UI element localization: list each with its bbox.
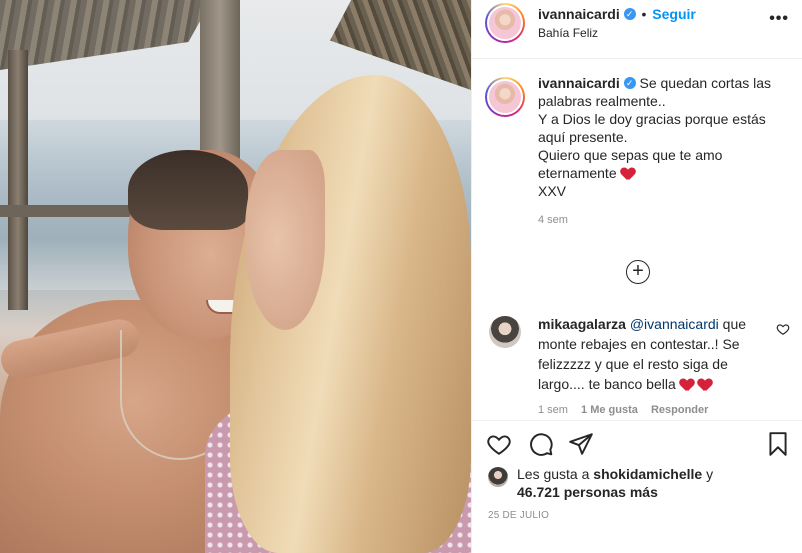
follow-button[interactable]: Seguir <box>652 6 696 22</box>
commenter-username[interactable]: mikaagalarza <box>538 316 626 332</box>
load-more-comments-icon[interactable]: + <box>626 260 650 284</box>
like-heart-icon[interactable] <box>486 431 512 457</box>
commenter-avatar[interactable] <box>489 316 521 348</box>
liker-username[interactable]: shokidamichelle <box>593 466 702 482</box>
author-avatar[interactable] <box>485 3 525 43</box>
caption-line: Y a Dios le doy gracias porque estás aqu… <box>538 111 766 145</box>
post-header: ivannaicardi ✓ • Seguir Bahía Feliz ••• <box>472 0 802 59</box>
verified-badge-icon: ✓ <box>623 8 636 21</box>
likes-line: Les gusta a shokidamichelle y <box>517 465 713 483</box>
post-side-panel: ivannaicardi ✓ • Seguir Bahía Feliz ••• … <box>471 0 802 553</box>
post-photo[interactable] <box>0 0 471 553</box>
post-caption: ivannaicardi ✓ Se quedan cortas las pala… <box>485 74 790 226</box>
likes-count[interactable]: 46.721 personas más <box>517 483 713 501</box>
heart-emoji-icon <box>680 379 694 391</box>
verified-badge-icon: ✓ <box>623 77 636 90</box>
likes-prefix: Les gusta a <box>517 466 590 482</box>
caption-line-with-emoji: Quiero que sepas que te amo eternamente <box>538 147 723 181</box>
caption-username[interactable]: ivannaicardi <box>538 75 620 91</box>
comment-item: mikaagalarza @ivannaicardi que monte reb… <box>485 314 790 416</box>
photo-thatch-roof-right <box>330 0 471 90</box>
comment-meta: 1 sem 1 Me gusta Responder <box>538 404 790 416</box>
comments-section[interactable]: ivannaicardi ✓ Se quedan cortas las pala… <box>472 60 802 420</box>
likes-summary: Les gusta a shokidamichelle y 46.721 per… <box>488 465 713 501</box>
post-actions: Les gusta a shokidamichelle y 46.721 per… <box>472 420 802 553</box>
comment-like-heart-icon[interactable] <box>776 322 790 336</box>
photo-woman-face <box>245 150 325 330</box>
heart-emoji-icon <box>698 379 712 391</box>
more-options-icon[interactable]: ••• <box>769 10 789 28</box>
caption-line: XXV <box>538 183 567 199</box>
comment-timestamp[interactable]: 1 sem <box>538 404 568 416</box>
comment-bubble-icon[interactable] <box>528 431 554 457</box>
save-bookmark-icon[interactable] <box>765 431 791 457</box>
photo-wood-post-left <box>8 50 28 310</box>
caption-timestamp[interactable]: 4 sem <box>538 214 790 226</box>
reply-button[interactable]: Responder <box>651 404 708 416</box>
post-location[interactable]: Bahía Feliz <box>538 26 598 40</box>
broken-heart-emoji-icon <box>621 168 635 180</box>
caption-avatar[interactable] <box>485 77 525 117</box>
photo-man-hair <box>128 150 248 230</box>
share-paper-plane-icon[interactable] <box>568 431 594 457</box>
author-username[interactable]: ivannaicardi <box>538 6 620 22</box>
likes-suffix: y <box>706 466 714 482</box>
comment-mention[interactable]: @ivannaicardi <box>630 316 719 332</box>
comment-likes[interactable]: 1 Me gusta <box>581 404 638 416</box>
post-date[interactable]: 25 DE JULIO <box>488 510 549 521</box>
separator-dot: • <box>641 6 647 22</box>
liker-avatar[interactable] <box>488 467 508 487</box>
header-user-line: ivannaicardi ✓ • Seguir <box>538 6 696 22</box>
